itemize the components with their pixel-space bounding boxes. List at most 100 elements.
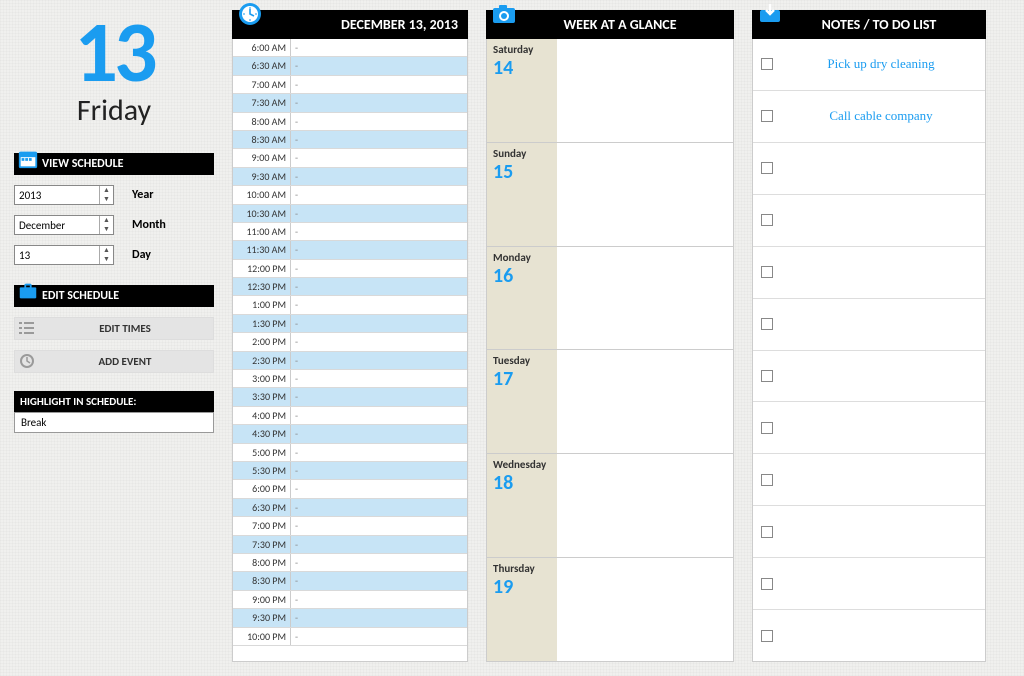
week-day-name: Saturday — [493, 43, 551, 56]
sidebar: 13 Friday VIEW SCHEDULE 2013 ▲▼ Year Dec… — [14, 10, 214, 662]
month-stepper[interactable]: December ▲▼ — [14, 215, 114, 235]
schedule-slot[interactable]: 11:30 AM- — [233, 241, 467, 259]
slot-time: 7:00 AM — [233, 76, 291, 93]
week-day[interactable]: Sunday15 — [487, 143, 733, 247]
schedule-slot[interactable]: 5:30 PM- — [233, 462, 467, 480]
schedule-slot[interactable]: 11:00 AM- — [233, 223, 467, 241]
schedule-slot[interactable]: 1:30 PM- — [233, 315, 467, 333]
schedule-slot[interactable]: 12:30 PM- — [233, 278, 467, 296]
clock-icon — [19, 353, 35, 369]
slot-time: 6:30 PM — [233, 499, 291, 516]
schedule-slot[interactable]: 8:30 PM- — [233, 572, 467, 590]
schedule-slot[interactable]: 9:30 PM- — [233, 609, 467, 627]
week-day-content[interactable] — [557, 247, 733, 350]
note-text[interactable]: Call cable company — [785, 108, 977, 124]
stepper-arrows[interactable]: ▲▼ — [99, 216, 113, 234]
schedule-slot[interactable]: 9:00 PM- — [233, 591, 467, 609]
schedule-slot[interactable]: 7:30 PM- — [233, 536, 467, 554]
week-day[interactable]: Tuesday17 — [487, 350, 733, 454]
schedule-slot[interactable]: 1:00 PM- — [233, 296, 467, 314]
week-day-number: 16 — [493, 264, 551, 288]
slot-value: - — [291, 517, 467, 534]
slot-value: - — [291, 186, 467, 203]
slot-value: - — [291, 131, 467, 148]
note-checkbox[interactable] — [761, 526, 773, 538]
schedule-slot[interactable]: 9:30 AM- — [233, 168, 467, 186]
schedule-slot[interactable]: 10:00 AM- — [233, 186, 467, 204]
edit-times-button[interactable]: EDIT TIMES — [14, 317, 214, 340]
schedule-slot[interactable]: 12:00 PM- — [233, 260, 467, 278]
schedule-slot[interactable]: 3:00 PM- — [233, 370, 467, 388]
schedule-slot[interactable]: 8:00 AM- — [233, 113, 467, 131]
note-checkbox[interactable] — [761, 58, 773, 70]
week-header: WEEK AT A GLANCE — [486, 10, 734, 39]
year-stepper[interactable]: 2013 ▲▼ — [14, 185, 114, 205]
week-day[interactable]: Thursday19 — [487, 558, 733, 661]
schedule-slot[interactable]: 8:00 PM- — [233, 554, 467, 572]
schedule-slot[interactable]: 7:00 AM- — [233, 76, 467, 94]
schedule-slot[interactable]: 4:30 PM- — [233, 425, 467, 443]
slot-value: - — [291, 554, 467, 571]
note-checkbox[interactable] — [761, 630, 773, 642]
schedule-slot[interactable]: 6:00 AM- — [233, 39, 467, 57]
schedule-slot[interactable]: 6:00 PM- — [233, 480, 467, 498]
week-day-content[interactable] — [557, 454, 733, 557]
schedule-slot[interactable]: 5:00 PM- — [233, 444, 467, 462]
notes-body: Pick up dry cleaning Call cable company — [752, 39, 986, 662]
week-day-number: 14 — [493, 56, 551, 80]
week-day-label: Monday16 — [487, 247, 557, 350]
schedule-slot[interactable]: 6:30 AM- — [233, 57, 467, 75]
note-checkbox[interactable] — [761, 266, 773, 278]
highlight-input[interactable]: Break — [14, 412, 214, 433]
schedule-slot[interactable]: 3:30 PM- — [233, 388, 467, 406]
note-checkbox[interactable] — [761, 214, 773, 226]
stepper-arrows[interactable]: ▲▼ — [99, 186, 113, 204]
week-day-label: Thursday19 — [487, 558, 557, 661]
week-day-content[interactable] — [557, 39, 733, 142]
slot-value: - — [291, 76, 467, 93]
schedule-slot[interactable]: 9:00 AM- — [233, 149, 467, 167]
schedule-slot[interactable]: 7:30 AM- — [233, 94, 467, 112]
slot-time: 8:00 PM — [233, 554, 291, 571]
schedule-slot[interactable]: 4:00 PM- — [233, 407, 467, 425]
slot-time: 7:30 AM — [233, 94, 291, 111]
note-checkbox[interactable] — [761, 474, 773, 486]
note-row — [753, 195, 985, 247]
slot-time: 10:00 AM — [233, 186, 291, 203]
week-day[interactable]: Saturday14 — [487, 39, 733, 143]
week-day[interactable]: Wednesday18 — [487, 454, 733, 558]
stepper-arrows[interactable]: ▲▼ — [99, 246, 113, 264]
day-stepper[interactable]: 13 ▲▼ — [14, 245, 114, 265]
briefcase-icon — [16, 279, 40, 303]
note-row — [753, 506, 985, 558]
schedule-slot[interactable]: 7:00 PM- — [233, 517, 467, 535]
schedule-slot[interactable]: 6:30 PM- — [233, 499, 467, 517]
inbox-icon — [756, 0, 784, 28]
week-day[interactable]: Monday16 — [487, 247, 733, 351]
add-event-button[interactable]: ADD EVENT — [14, 350, 214, 373]
week-day-label: Saturday14 — [487, 39, 557, 142]
schedule-slot[interactable]: 10:00 PM- — [233, 628, 467, 646]
note-row — [753, 558, 985, 610]
note-checkbox[interactable] — [761, 162, 773, 174]
note-checkbox[interactable] — [761, 318, 773, 330]
week-day-content[interactable] — [557, 350, 733, 453]
week-day-content[interactable] — [557, 143, 733, 246]
note-checkbox[interactable] — [761, 110, 773, 122]
date-number: 13 — [14, 10, 214, 96]
slot-time: 10:00 PM — [233, 628, 291, 645]
add-event-label: ADD EVENT — [99, 355, 152, 368]
slot-time: 1:30 PM — [233, 315, 291, 332]
schedule-slot[interactable]: 10:30 AM- — [233, 205, 467, 223]
schedule-slot[interactable]: 2:30 PM- — [233, 352, 467, 370]
note-text[interactable]: Pick up dry cleaning — [785, 56, 977, 72]
week-day-content[interactable] — [557, 558, 733, 661]
schedule-slot[interactable]: 2:00 PM- — [233, 333, 467, 351]
note-checkbox[interactable] — [761, 422, 773, 434]
note-checkbox[interactable] — [761, 370, 773, 382]
slot-time: 8:00 AM — [233, 113, 291, 130]
slot-time: 12:00 PM — [233, 260, 291, 277]
schedule-slot[interactable]: 8:30 AM- — [233, 131, 467, 149]
note-checkbox[interactable] — [761, 578, 773, 590]
week-day-name: Thursday — [493, 562, 551, 575]
